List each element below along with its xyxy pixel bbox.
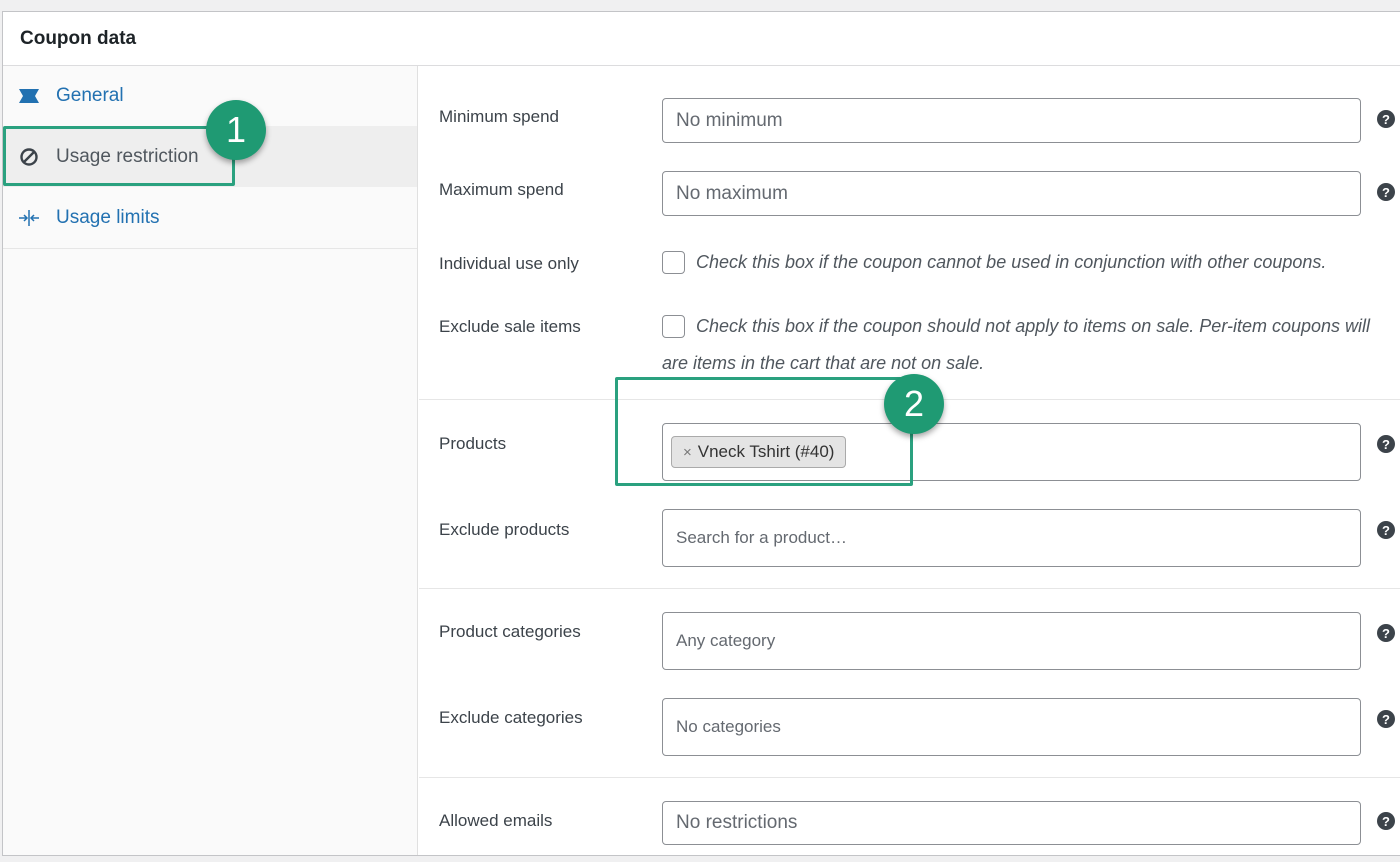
maximum-spend-label: Maximum spend <box>439 180 564 199</box>
panel-title: Coupon data <box>20 27 137 49</box>
exclude-sale-description-cont: are items in the cart that are not on sa… <box>662 353 985 373</box>
ticket-icon <box>17 84 41 108</box>
callout-box-products <box>615 377 913 486</box>
products-label: Products <box>439 434 507 453</box>
maximum-spend-input[interactable] <box>662 171 1361 216</box>
exclude-sale-description: Check this box if the coupon should not … <box>696 316 1371 336</box>
tab-usage-limits-label: Usage limits <box>56 206 160 228</box>
callout-box-usage-restriction <box>3 126 235 186</box>
exclude-categories-label: Exclude categories <box>439 708 583 727</box>
product-categories-help-icon[interactable]: ? <box>1377 624 1395 642</box>
allowed-emails-help-icon[interactable]: ? <box>1377 812 1395 830</box>
individual-use-label: Individual use only <box>439 254 579 273</box>
exclude-categories-help-icon[interactable]: ? <box>1377 710 1395 728</box>
allowed-emails-label: Allowed emails <box>439 811 553 830</box>
arrows-inward-icon <box>17 206 41 230</box>
exclude-products-label: Exclude products <box>439 520 570 539</box>
exclude-products-help-icon[interactable]: ? <box>1377 521 1395 539</box>
callout-badge-1: 1 <box>206 100 266 160</box>
tab-usage-limits[interactable]: Usage limits <box>3 187 417 248</box>
panel-header: Coupon data <box>3 12 1400 66</box>
product-categories-select[interactable]: Any category <box>662 612 1361 670</box>
exclude-products-placeholder: Search for a product… <box>676 528 848 547</box>
exclude-products-select[interactable]: Search for a product… <box>662 509 1361 567</box>
products-help-icon[interactable]: ? <box>1377 435 1395 453</box>
individual-use-checkbox[interactable] <box>662 251 685 274</box>
maximum-spend-help-icon[interactable]: ? <box>1377 183 1395 201</box>
individual-use-description: Check this box if the coupon cannot be u… <box>696 252 1327 272</box>
tab-general-label: General <box>56 85 124 106</box>
exclude-sale-checkbox[interactable] <box>662 315 685 338</box>
minimum-spend-help-icon[interactable]: ? <box>1377 110 1395 128</box>
allowed-emails-input[interactable] <box>662 801 1361 845</box>
exclude-sale-label: Exclude sale items <box>439 317 581 336</box>
callout-badge-2: 2 <box>884 374 944 434</box>
section-divider <box>419 588 1400 589</box>
product-categories-label: Product categories <box>439 622 581 641</box>
section-divider <box>419 777 1400 778</box>
product-categories-placeholder: Any category <box>676 631 776 650</box>
minimum-spend-input[interactable] <box>662 98 1361 143</box>
minimum-spend-label: Minimum spend <box>439 107 559 126</box>
exclude-categories-placeholder: No categories <box>676 717 781 736</box>
exclude-categories-select[interactable]: No categories <box>662 698 1361 756</box>
